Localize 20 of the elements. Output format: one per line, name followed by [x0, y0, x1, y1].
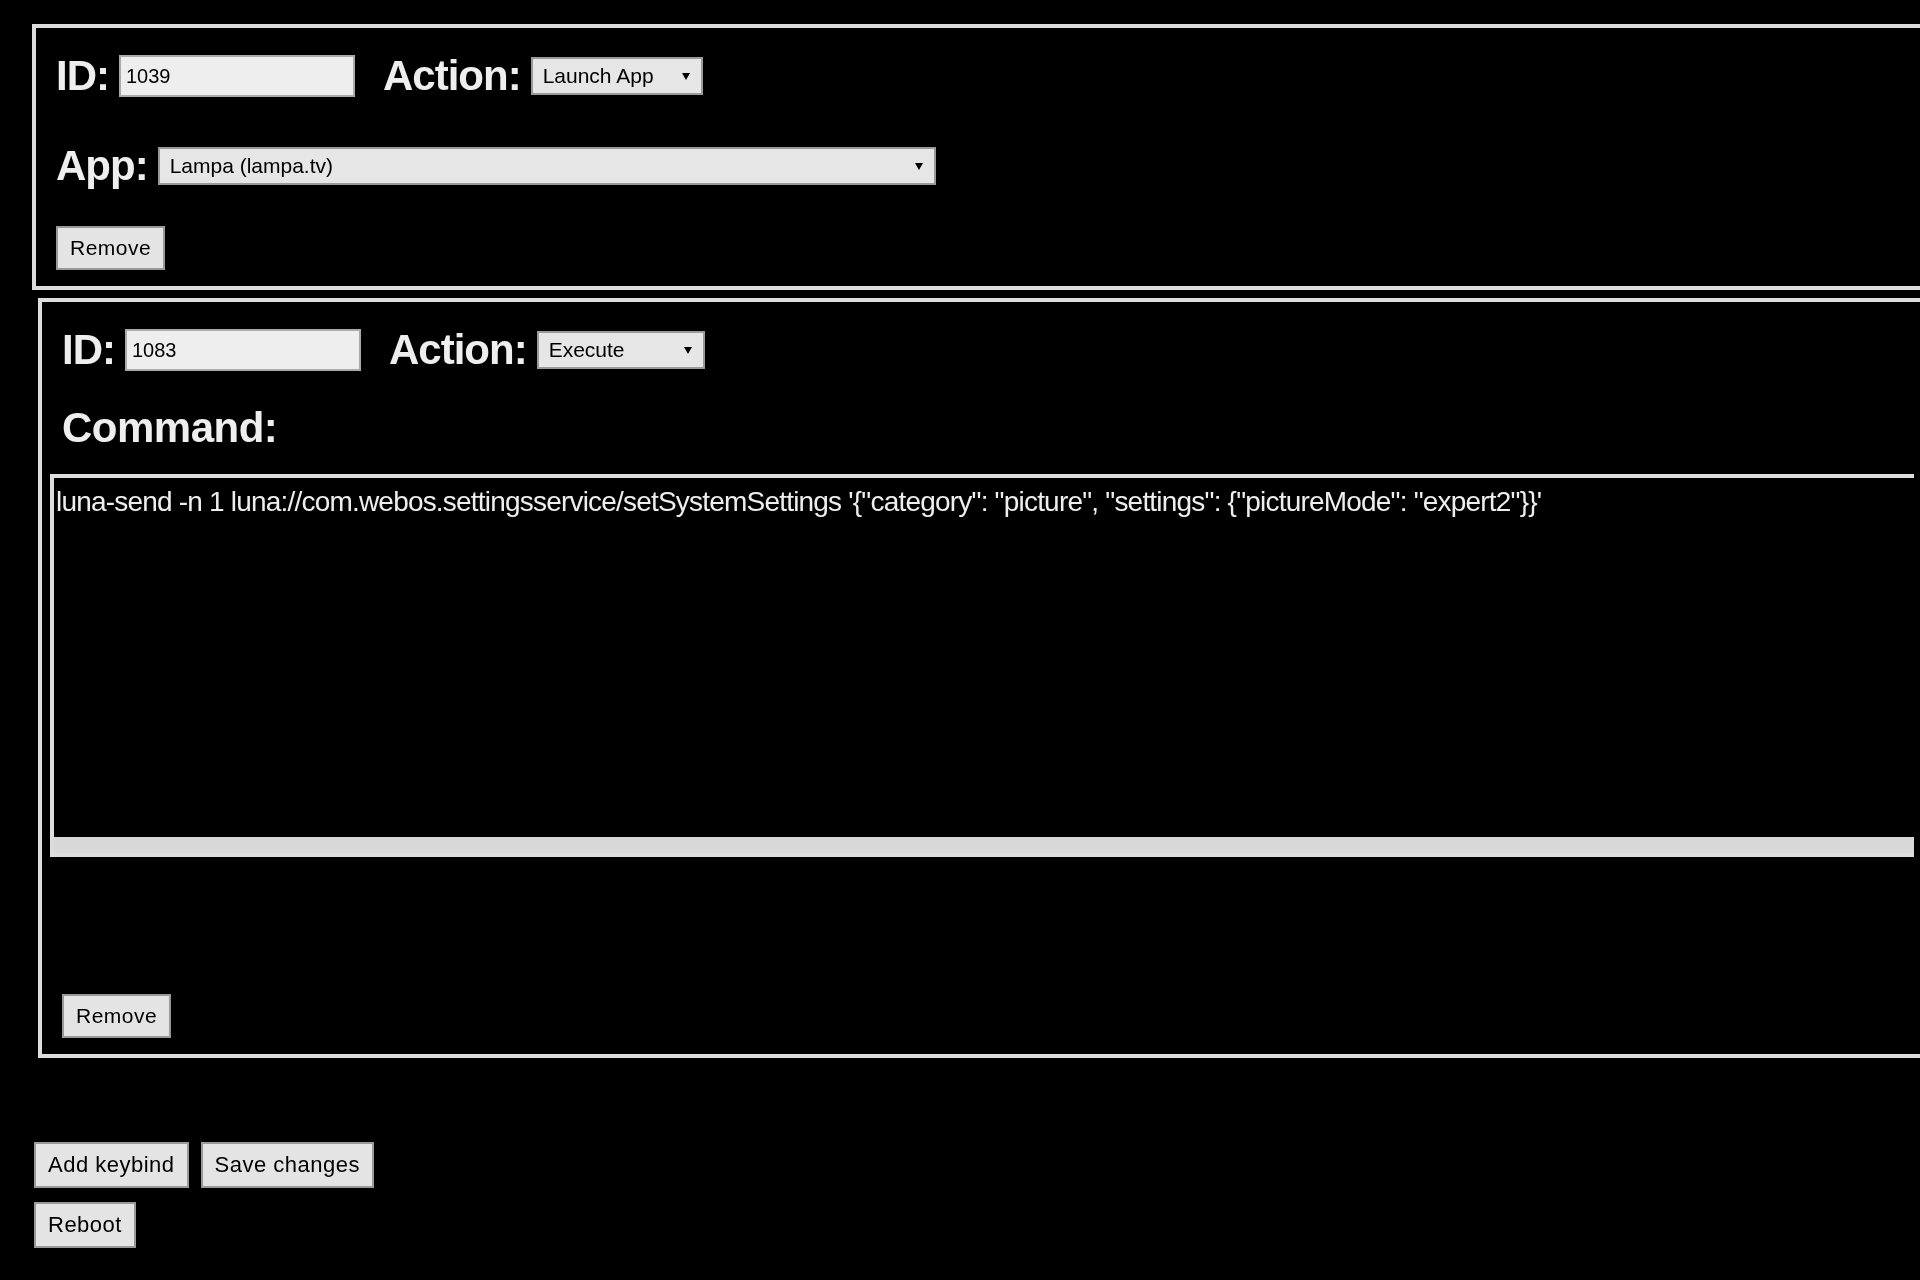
remove-button[interactable]: Remove [62, 994, 172, 1038]
app-label: App: [56, 142, 148, 190]
caret-icon [913, 161, 924, 171]
command-label: Command: [62, 404, 279, 452]
horizontal-scrollbar[interactable] [54, 837, 1914, 853]
id-input[interactable]: 1083 [125, 329, 361, 371]
id-label: ID: [56, 52, 109, 100]
id-label: ID: [62, 326, 115, 374]
app-select[interactable]: Lampa (lampa.tv) [157, 147, 936, 185]
caret-icon [682, 345, 693, 355]
action-label: Action: [389, 326, 527, 374]
caret-icon [680, 71, 691, 81]
remove-button[interactable]: Remove [56, 226, 166, 270]
action-select[interactable]: Launch App [530, 57, 703, 95]
action-button[interactable]: Reboot [34, 1202, 136, 1248]
action-button[interactable]: Save changes [200, 1142, 375, 1188]
action-label: Action: [383, 52, 521, 100]
id-input[interactable]: 1039 [119, 55, 355, 97]
action-select[interactable]: Execute [536, 331, 705, 369]
action-button[interactable]: Add keybind [34, 1142, 189, 1188]
